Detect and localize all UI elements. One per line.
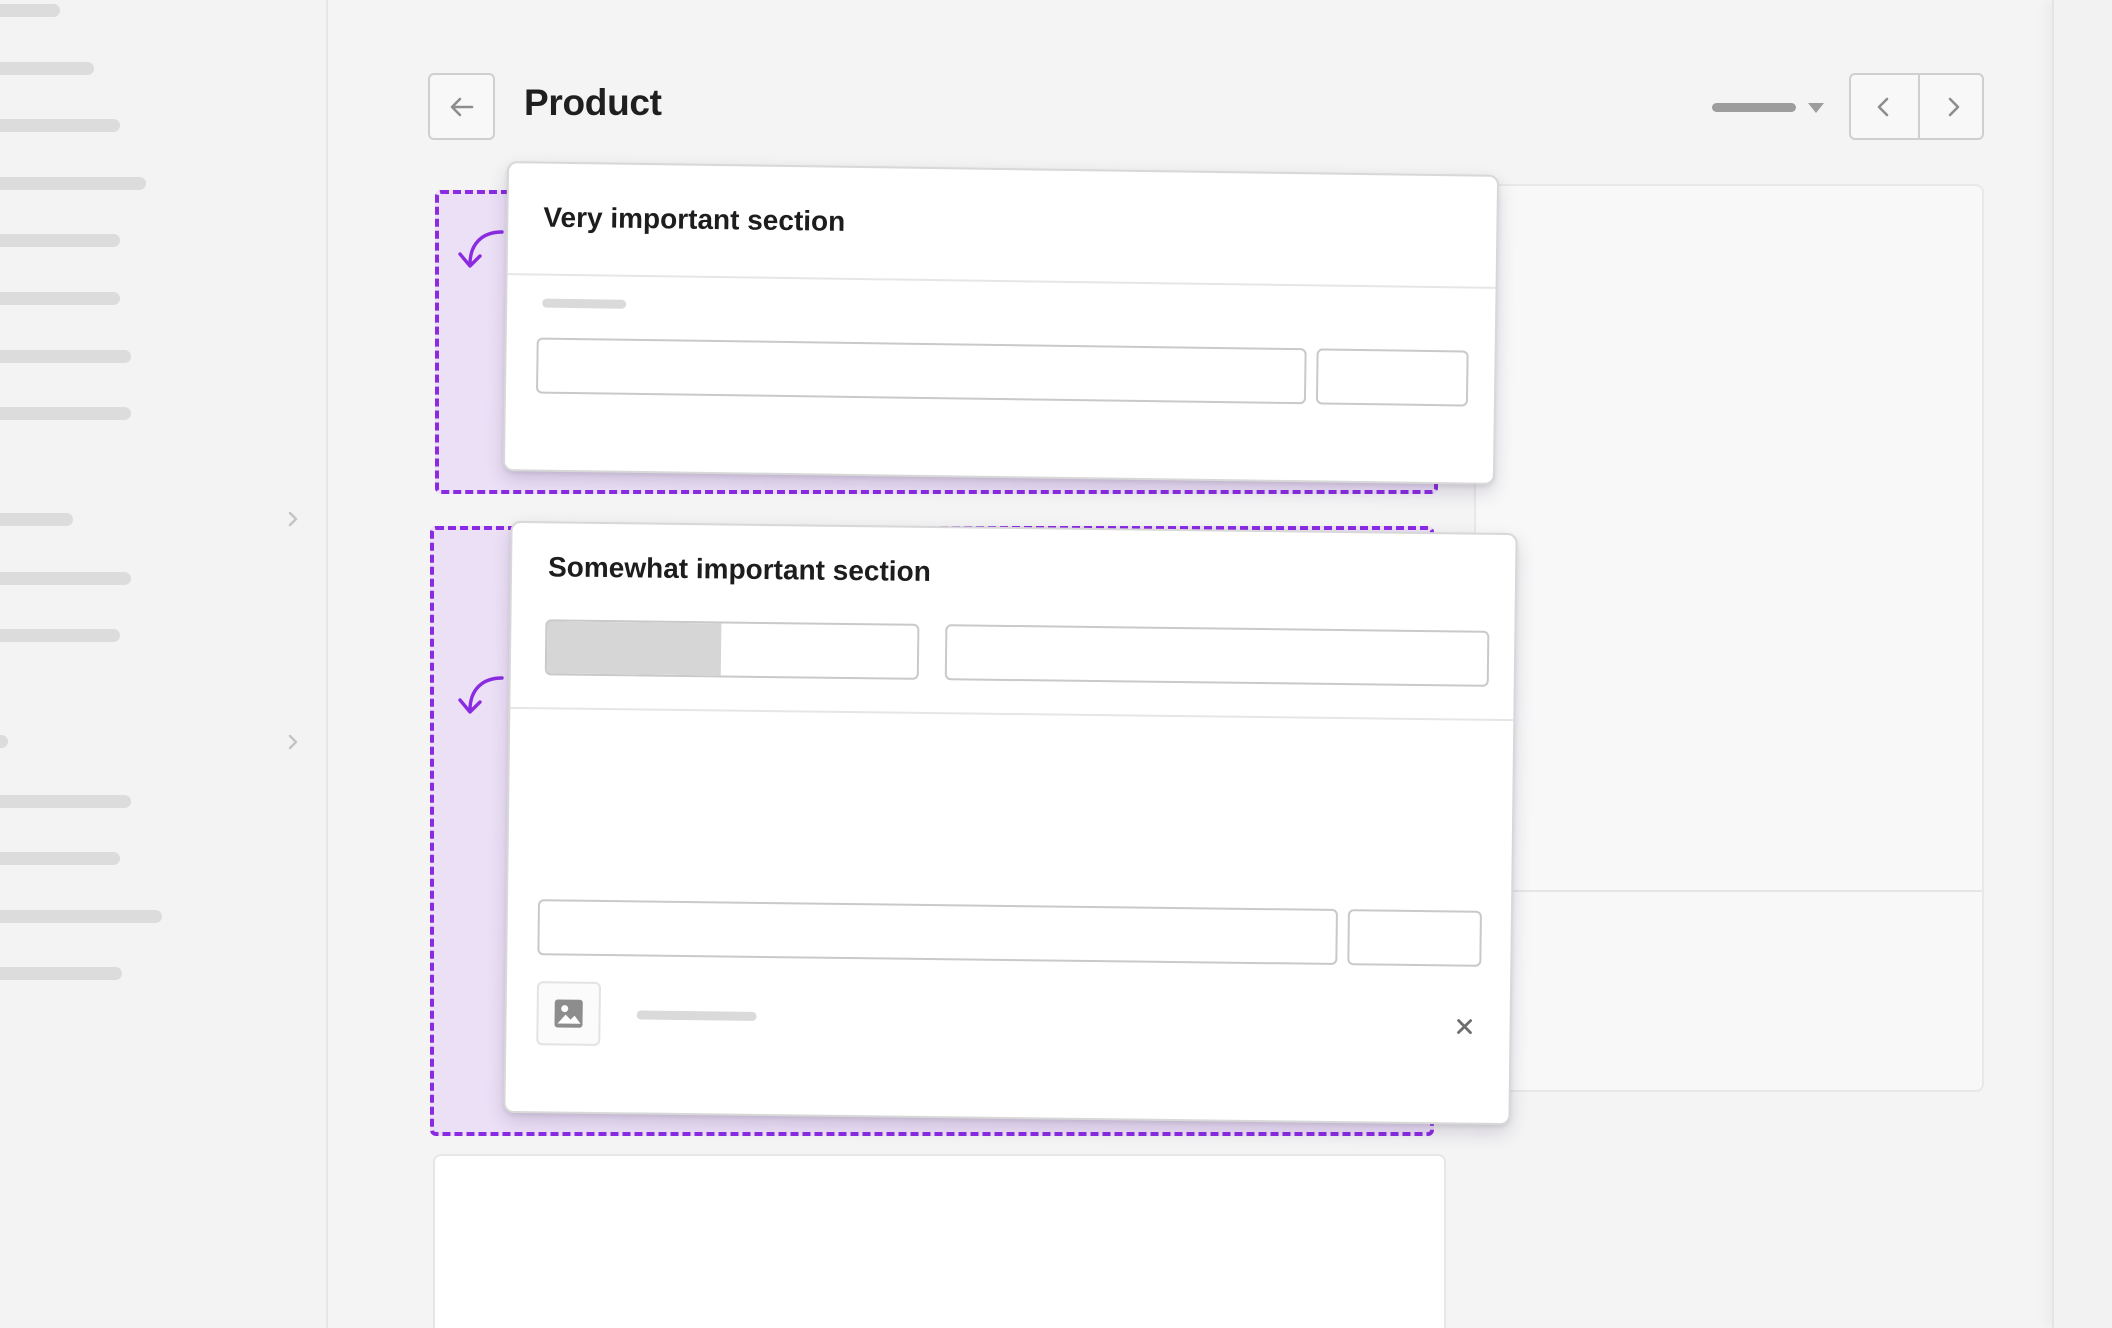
sidebar-item[interactable] [0,350,131,363]
sidebar-item[interactable] [0,910,162,923]
field-label [542,298,627,309]
sidebar-item[interactable] [0,4,60,17]
back-button[interactable] [428,73,495,140]
sidebar-item[interactable] [0,852,120,865]
sidebar-item[interactable] [0,292,120,305]
pagination-control [1849,73,1984,140]
curved-arrow-icon [458,230,504,268]
sidebar-group-header[interactable] [0,513,73,526]
chevron-right-icon[interactable] [284,510,302,528]
unit-input[interactable] [1347,909,1482,967]
segmented-control[interactable] [544,619,920,680]
section-title: Somewhat important section [547,551,931,588]
page-title: Product [524,82,662,123]
sidebar [0,0,328,1328]
card-divider [1476,890,1982,892]
sidebar-item[interactable] [0,177,146,190]
sort-selector[interactable] [1712,103,1796,112]
app-window: Product Very important section Somewhat … [0,0,2112,1328]
previous-button[interactable] [1851,75,1917,138]
arrow-left-icon [450,97,473,116]
text-input[interactable] [944,624,1490,687]
side-panel-edge [2052,0,2112,1328]
sidebar-item[interactable] [0,62,94,75]
sidebar-item[interactable] [0,407,131,420]
sidebar-item[interactable] [0,234,120,247]
unit-input[interactable] [1315,348,1469,407]
sidebar-item[interactable] [0,795,131,808]
sidebar-item[interactable] [0,629,120,642]
image-icon [554,999,583,1028]
sidebar-item[interactable] [0,572,131,585]
section-card[interactable]: Somewhat important section [503,520,1518,1126]
chevron-left-icon [1877,97,1889,116]
section-divider [510,706,1514,722]
text-input[interactable] [537,899,1338,966]
file-name [636,1010,757,1021]
content-card [433,1154,1446,1328]
sidebar-item[interactable] [0,967,122,980]
caret-down-icon[interactable] [1808,103,1824,113]
image-thumbnail[interactable] [536,981,602,1047]
next-button[interactable] [1920,75,1986,138]
chevron-right-icon [1948,97,1960,116]
section-card[interactable]: Very important section [502,161,1500,485]
section-divider [507,273,1496,289]
remove-button[interactable] [1450,1012,1478,1040]
chevron-right-icon[interactable] [284,733,302,751]
close-icon [1457,1019,1473,1035]
sidebar-group-header[interactable] [0,735,8,748]
section-title: Very important section [543,201,846,237]
curved-arrow-icon [458,676,504,714]
text-input[interactable] [535,337,1307,405]
sidebar-card [1474,184,1984,1092]
sidebar-item[interactable] [0,119,120,132]
segment-option-active[interactable] [546,621,722,676]
